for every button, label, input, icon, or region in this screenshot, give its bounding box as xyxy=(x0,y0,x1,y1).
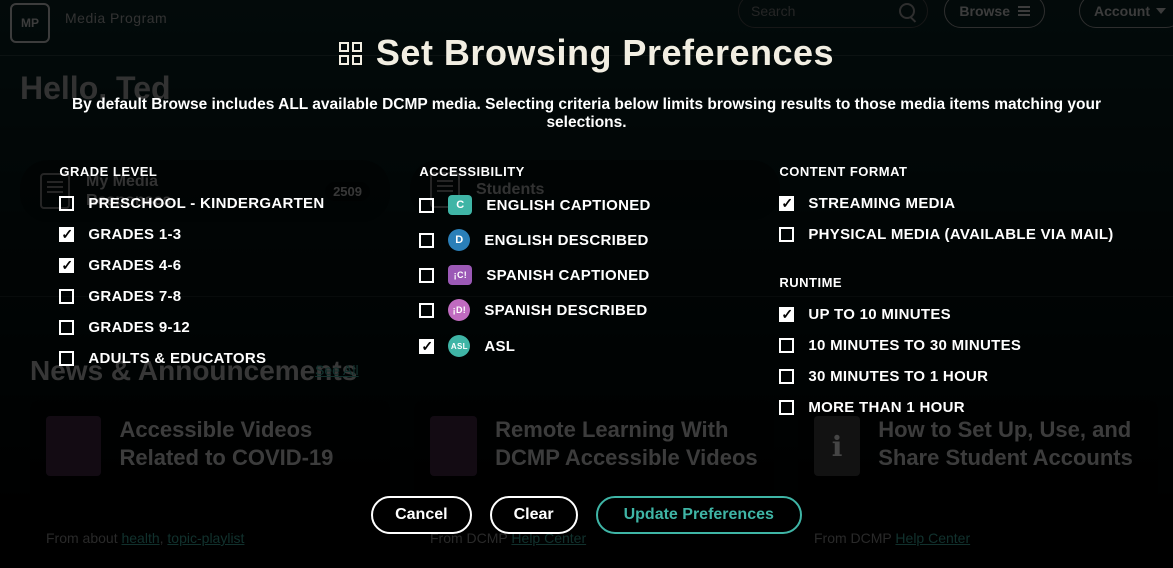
option-label: GRADES 9-12 xyxy=(88,319,190,336)
checkbox-option[interactable]: STREAMING MEDIA xyxy=(779,195,1113,212)
checkbox-option[interactable]: ASL ASL xyxy=(419,335,719,357)
modal-description: By default Browse includes ALL available… xyxy=(37,96,1137,132)
checkbox[interactable] xyxy=(59,227,74,242)
grid-icon xyxy=(339,42,362,65)
modal-button-row: Cancel Clear Update Preferences xyxy=(0,496,1173,534)
checkbox[interactable] xyxy=(779,227,794,242)
checkbox[interactable] xyxy=(779,307,794,322)
checkbox[interactable] xyxy=(59,196,74,211)
update-preferences-button[interactable]: Update Preferences xyxy=(596,496,802,534)
runtime-heading: RUNTIME xyxy=(779,275,1113,290)
cancel-button[interactable]: Cancel xyxy=(371,496,471,534)
checkbox[interactable] xyxy=(419,303,434,318)
option-label: ASL xyxy=(484,338,515,355)
format-runtime-column: CONTENT FORMAT STREAMING MEDIA PHYSICAL M… xyxy=(779,164,1113,430)
accessibility-badge-icon: ¡D! xyxy=(448,299,470,321)
checkbox[interactable] xyxy=(59,258,74,273)
checkbox[interactable] xyxy=(59,289,74,304)
option-label: ENGLISH DESCRIBED xyxy=(484,232,648,249)
option-label: 10 MINUTES TO 30 MINUTES xyxy=(808,337,1021,354)
checkbox[interactable] xyxy=(59,320,74,335)
checkbox-option[interactable]: 10 MINUTES TO 30 MINUTES xyxy=(779,337,1113,354)
option-label: 30 MINUTES TO 1 HOUR xyxy=(808,368,988,385)
grade-level-heading: GRADE LEVEL xyxy=(59,164,359,179)
checkbox[interactable] xyxy=(419,268,434,283)
checkbox-option[interactable]: ADULTS & EDUCATORS xyxy=(59,350,359,367)
option-label: UP TO 10 MINUTES xyxy=(808,306,951,323)
content-format-heading: CONTENT FORMAT xyxy=(779,164,1113,179)
grade-level-column: GRADE LEVEL PRESCHOOL - KINDERGARTEN GRAD… xyxy=(59,164,359,430)
checkbox-option[interactable]: 30 MINUTES TO 1 HOUR xyxy=(779,368,1113,385)
option-label: SPANISH CAPTIONED xyxy=(486,267,649,284)
checkbox[interactable] xyxy=(419,339,434,354)
checkbox[interactable] xyxy=(779,400,794,415)
checkbox-option[interactable]: PHYSICAL MEDIA (AVAILABLE VIA MAIL) xyxy=(779,226,1113,243)
checkbox[interactable] xyxy=(59,351,74,366)
checkbox-option[interactable]: D ENGLISH DESCRIBED xyxy=(419,229,719,251)
option-label: GRADES 4-6 xyxy=(88,257,181,274)
accessibility-badge-icon: D xyxy=(448,229,470,251)
clear-button[interactable]: Clear xyxy=(490,496,578,534)
checkbox-option[interactable]: ¡C! SPANISH CAPTIONED xyxy=(419,265,719,285)
checkbox-option[interactable]: GRADES 9-12 xyxy=(59,319,359,336)
option-label: PHYSICAL MEDIA (AVAILABLE VIA MAIL) xyxy=(808,226,1113,243)
accessibility-badge-icon: C xyxy=(448,195,472,215)
checkbox-option[interactable]: C ENGLISH CAPTIONED xyxy=(419,195,719,215)
checkbox-option[interactable]: PRESCHOOL - KINDERGARTEN xyxy=(59,195,359,212)
option-label: SPANISH DESCRIBED xyxy=(484,302,647,319)
checkbox[interactable] xyxy=(419,233,434,248)
option-label: GRADES 7-8 xyxy=(88,288,181,305)
checkbox-option[interactable]: MORE THAN 1 HOUR xyxy=(779,399,1113,416)
checkbox[interactable] xyxy=(779,338,794,353)
checkbox[interactable] xyxy=(779,196,794,211)
accessibility-badge-icon: ¡C! xyxy=(448,265,472,285)
preferences-modal: Set Browsing Preferences By default Brow… xyxy=(0,0,1173,568)
checkbox-option[interactable]: GRADES 4-6 xyxy=(59,257,359,274)
option-label: ENGLISH CAPTIONED xyxy=(486,197,650,214)
accessibility-column: ACCESSIBILITY C ENGLISH CAPTIONED D ENGLISH… xyxy=(419,164,719,430)
checkbox-option[interactable]: UP TO 10 MINUTES xyxy=(779,306,1113,323)
accessibility-heading: ACCESSIBILITY xyxy=(419,164,719,179)
option-label: MORE THAN 1 HOUR xyxy=(808,399,964,416)
option-label: PRESCHOOL - KINDERGARTEN xyxy=(88,195,324,212)
checkbox-option[interactable]: GRADES 7-8 xyxy=(59,288,359,305)
accessibility-badge-icon: ASL xyxy=(448,335,470,357)
option-label: GRADES 1-3 xyxy=(88,226,181,243)
checkbox-option[interactable]: GRADES 1-3 xyxy=(59,226,359,243)
checkbox-option[interactable]: ¡D! SPANISH DESCRIBED xyxy=(419,299,719,321)
checkbox[interactable] xyxy=(419,198,434,213)
option-label: STREAMING MEDIA xyxy=(808,195,955,212)
option-label: ADULTS & EDUCATORS xyxy=(88,350,266,367)
modal-title: Set Browsing Preferences xyxy=(376,32,834,74)
checkbox[interactable] xyxy=(779,369,794,384)
